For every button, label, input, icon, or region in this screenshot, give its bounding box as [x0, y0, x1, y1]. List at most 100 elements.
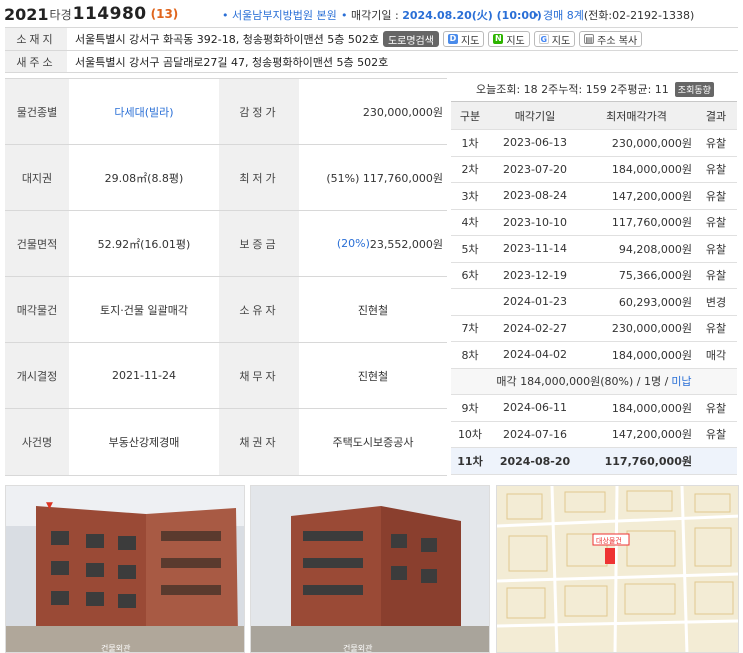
info-label: 매각물건	[5, 277, 69, 342]
round-price: 147,200,000원	[611, 428, 692, 442]
table-row: 2024-01-23 60,293,000원 변경	[451, 289, 737, 316]
deposit-value: (20%) 23,552,000원	[299, 211, 447, 276]
round-no: 1차	[461, 136, 479, 150]
copy-icon: ▤	[584, 34, 595, 44]
deposit-percent: (20%)	[336, 237, 370, 250]
photo-caption: 건물외관	[343, 643, 373, 653]
round-no: 5차	[461, 242, 479, 256]
round-result: 유찰	[705, 189, 727, 203]
building-photo-2[interactable]: 건물외관	[250, 485, 490, 653]
case-number: 114980	[72, 4, 147, 24]
round-date: 2024-06-11	[503, 401, 567, 415]
round-date: 2024-01-23	[503, 295, 567, 309]
naver-map-button[interactable]: N 지도	[488, 31, 530, 47]
daum-map-button[interactable]: D 지도	[442, 31, 485, 47]
round-price: 230,000,000원	[611, 136, 692, 150]
round-result: 매각	[705, 348, 727, 362]
sale-date-label: 매각기일 :	[351, 9, 403, 22]
info-value: 29.08㎡(8.8평)	[104, 171, 184, 185]
round-price: 230,000,000원	[611, 322, 692, 336]
round-date: 2023-12-19	[503, 268, 567, 282]
round-result: 유찰	[705, 216, 727, 230]
round-price: 184,000,000원	[611, 348, 692, 362]
unpaid-link[interactable]: 미납	[671, 373, 691, 389]
dept-name[interactable]: 경매 8계	[543, 9, 584, 22]
col-header: 최저매각가격	[606, 109, 667, 123]
round-date: 2024-04-02	[503, 348, 567, 362]
round-price: 94,208,000원	[618, 242, 692, 256]
google-map-button[interactable]: G 지도	[533, 31, 576, 47]
round-date: 2024-08-20	[499, 454, 571, 468]
view-stats: 오늘조회: 18 2주누적: 159 2주평균: 11 조회동향	[476, 81, 714, 97]
round-price: 117,760,000원	[604, 455, 692, 468]
info-label: 채권자	[219, 409, 299, 475]
copy-address-button[interactable]: ▤ 주소 복사	[579, 31, 643, 47]
building-photo-image: 건물외관	[251, 486, 489, 653]
round-no: 11차	[457, 455, 483, 468]
round-no: 6차	[461, 269, 479, 283]
naver-map-label: 지도	[506, 35, 525, 47]
sale-note: 매각 184,000,000원(80%) / 1명 /	[496, 375, 669, 389]
sale-date-value: 2024.08.20(火) (10:00)	[402, 9, 542, 22]
new-address-row: 새주소 서울특별시 강서구 곰달래로27길 47, 청송평화하이맨션 5층 50…	[5, 50, 738, 73]
info-value: 진현철	[357, 369, 389, 383]
round-date: 2024-02-27	[503, 321, 567, 335]
table-row: 6차 2023-12-19 75,366,000원 유찰	[451, 263, 737, 289]
round-result: 유찰	[705, 242, 727, 256]
round-result: 유찰	[705, 322, 727, 336]
info-label: 채무자	[219, 343, 299, 408]
round-date: 2024-07-16	[503, 427, 567, 441]
round-no: 9차	[461, 401, 479, 415]
daum-map-icon: D	[447, 34, 458, 44]
view-stats-text: 오늘조회: 18 2주누적: 159 2주평균: 11	[476, 83, 669, 96]
round-result: 유찰	[705, 428, 727, 442]
round-price: 117,760,000원	[611, 216, 692, 230]
col-header: 구분	[459, 109, 481, 123]
dept-phone: (전화:02-2192-1338)	[583, 9, 695, 22]
deposit-amount: 23,552,000원	[369, 237, 443, 251]
table-row: 10차 2024-07-16 147,200,000원 유찰	[451, 422, 737, 448]
address-value: 서울특별시 강서구 화곡동 392-18, 청송평화하이맨션 5층 502호	[75, 33, 379, 46]
view-trend-button[interactable]: 조회동향	[674, 81, 714, 97]
round-no: 7차	[461, 322, 479, 336]
info-value: 토지·건물 일괄매각	[100, 303, 188, 317]
table-row: 1차 2023-06-13 230,000,000원 유찰	[451, 130, 737, 157]
round-result: 유찰	[705, 136, 727, 150]
address-label: 소재지	[5, 28, 67, 50]
round-no: 4차	[461, 216, 479, 230]
building-photo-image: ▼ 건물외관	[6, 486, 244, 653]
case-count: (13)	[150, 7, 179, 21]
round-date: 2023-10-10	[503, 215, 567, 229]
google-map-label: 지도	[551, 35, 571, 47]
round-result: 유찰	[705, 269, 727, 283]
daum-map-label: 지도	[460, 35, 480, 47]
new-address-value: 서울특별시 강서구 곰달래로27길 47, 청송평화하이맨션 5층 502호	[75, 55, 389, 69]
info-row: 매각물건 토지·건물 일괄매각 소유자 진현철	[5, 277, 447, 343]
court-dept: • 경매 8계(전화:02-2192-1338)	[533, 9, 695, 22]
info-value: 52.92㎡(16.01평)	[97, 237, 191, 251]
address-row: 소재지 서울특별시 강서구 화곡동 392-18, 청송평화하이맨션 5층 50…	[5, 27, 738, 50]
svg-text:▼: ▼	[46, 501, 53, 511]
case-year: 2021	[4, 4, 49, 24]
table-row: 5차 2023-11-14 94,208,000원 유찰	[451, 236, 737, 263]
info-label: 대지권	[5, 145, 69, 210]
property-type-link[interactable]: 다세대(빌라)	[69, 79, 219, 144]
auction-rounds-table: 구분 매각기일 최저매각가격 결과 1차 2023-06-13 230,000,00…	[451, 101, 737, 475]
info-row: 대지권 29.08㎡(8.8평) 최저가 (51%) 117,760,000원	[5, 145, 447, 211]
road-search-button[interactable]: 도로명검색	[382, 31, 439, 47]
info-value: 부동산강제경매	[108, 436, 180, 449]
photo-caption: 건물외관	[101, 643, 131, 653]
info-row: 물건종별 다세대(빌라) 감정가 230,000,000원	[5, 79, 447, 145]
info-value: 진현철	[357, 303, 389, 317]
info-label: 소유자	[219, 277, 299, 342]
location-map[interactable]: 대상물건	[496, 485, 739, 653]
info-label: 보증금	[219, 211, 299, 276]
building-photo-1[interactable]: ▼ 건물외관	[5, 485, 245, 653]
info-row: 건물면적 52.92㎡(16.01평) 보증금 (20%) 23,552,000…	[5, 211, 447, 277]
round-date: 2023-07-20	[503, 162, 567, 176]
info-value: 2021-11-24	[112, 369, 176, 382]
map-target-label: 대상물건	[596, 536, 622, 545]
info-row: 개시결정 2021-11-24 채무자 진현철	[5, 343, 447, 409]
info-label: 건물면적	[5, 211, 69, 276]
court-link[interactable]: • 서울남부지방법원 본원	[222, 7, 337, 23]
